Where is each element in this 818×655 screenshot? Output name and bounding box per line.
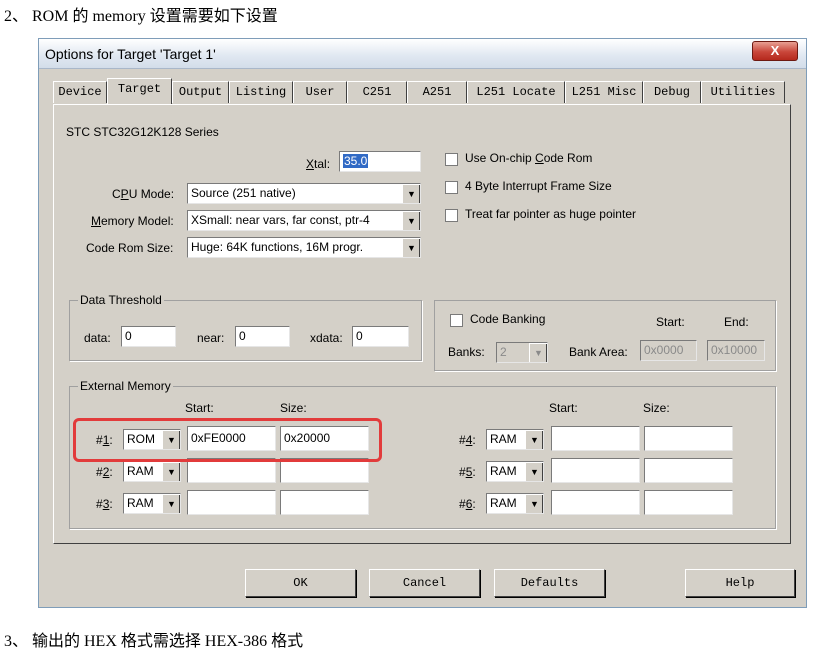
- chevron-down-icon: ▼: [525, 462, 543, 481]
- memory-model-label: Memory Model:: [91, 214, 174, 228]
- cpu-mode-select[interactable]: Source (251 native) ▼: [187, 183, 421, 204]
- far-pointer-checkbox[interactable]: [445, 209, 458, 222]
- data-threshold-group: Data Threshold data: 0 near: 0 xdata: 0: [69, 293, 422, 361]
- near-threshold-input[interactable]: 0: [235, 326, 290, 347]
- ext-row-5-size-input[interactable]: [644, 458, 733, 483]
- external-memory-legend: External Memory: [78, 379, 173, 393]
- code-banking-label: Code Banking: [470, 312, 546, 326]
- close-button[interactable]: X: [752, 41, 798, 61]
- bank-start-input[interactable]: 0x0000: [640, 340, 697, 361]
- code-rom-size-label: Code Rom Size:: [86, 241, 174, 255]
- ext-row-4-start-input[interactable]: [551, 426, 640, 451]
- doc-heading-hex-format: 3、 输出的 HEX 格式需选择 HEX-386 格式: [4, 633, 304, 650]
- cancel-button[interactable]: Cancel: [369, 569, 480, 597]
- memory-model-select[interactable]: XSmall: near vars, far const, ptr-4 ▼: [187, 210, 421, 231]
- ext-start-header-right: Start:: [549, 401, 578, 415]
- ext-row-4-size-input[interactable]: [644, 426, 733, 451]
- bank-start-label: Start:: [656, 315, 685, 329]
- dialog-titlebar[interactable]: Options for Target 'Target 1' X: [39, 39, 806, 69]
- ext-row-6-label: #6:: [459, 497, 476, 511]
- code-banking-group: Code Banking Start: End: Banks: 2 ▼ Bank …: [434, 300, 776, 371]
- chevron-down-icon: ▼: [525, 494, 543, 513]
- chevron-down-icon: ▼: [162, 462, 180, 481]
- use-onchip-code-rom-label: Use On-chip Code Rom: [465, 151, 593, 165]
- code-rom-size-select[interactable]: Huge: 64K functions, 16M progr. ▼: [187, 237, 421, 258]
- options-dialog: Options for Target 'Target 1' X Device T…: [38, 38, 807, 608]
- tab-target[interactable]: Target: [107, 78, 172, 104]
- ok-button[interactable]: OK: [245, 569, 356, 597]
- dialog-title: Options for Target 'Target 1': [45, 46, 216, 62]
- use-onchip-code-rom-checkbox[interactable]: [445, 153, 458, 166]
- ext-row-5-start-input[interactable]: [551, 458, 640, 483]
- bank-area-label: Bank Area:: [569, 345, 628, 359]
- ext-row-5-label: #5:: [459, 465, 476, 479]
- chevron-down-icon: ▼: [402, 184, 420, 203]
- tab-l251-locate[interactable]: L251 Locate: [467, 81, 565, 103]
- ext-row-6-type-select[interactable]: RAM ▼: [486, 493, 544, 514]
- interrupt-frame-label: 4 Byte Interrupt Frame Size: [465, 179, 612, 193]
- xtal-label: Xtal:: [306, 157, 331, 171]
- code-banking-checkbox[interactable]: [450, 314, 463, 327]
- ext-row-3-size-input[interactable]: [280, 490, 369, 515]
- rom-highlight-box: [73, 418, 382, 462]
- tab-user[interactable]: User: [293, 81, 347, 103]
- ext-row-6-size-input[interactable]: [644, 490, 733, 515]
- tab-listing[interactable]: Listing: [229, 81, 293, 103]
- chevron-down-icon: ▼: [162, 494, 180, 513]
- device-name-label: STC STC32G12K128 Series: [66, 125, 219, 139]
- interrupt-frame-checkbox[interactable]: [445, 181, 458, 194]
- ext-start-header-left: Start:: [185, 401, 214, 415]
- data-threshold-input[interactable]: 0: [121, 326, 176, 347]
- ext-size-header-left: Size:: [280, 401, 307, 415]
- bank-end-input[interactable]: 0x10000: [707, 340, 765, 361]
- ext-row-3-start-input[interactable]: [187, 490, 276, 515]
- xdata-label: xdata:: [310, 331, 343, 345]
- tab-device[interactable]: Device: [53, 81, 107, 103]
- tab-utilities[interactable]: Utilities: [701, 81, 785, 103]
- ext-row-2-type-select[interactable]: RAM ▼: [123, 461, 181, 482]
- chevron-down-icon: ▼: [529, 343, 547, 362]
- tab-debug[interactable]: Debug: [643, 81, 701, 103]
- ext-row-6-start-input[interactable]: [551, 490, 640, 515]
- chevron-down-icon: ▼: [525, 430, 543, 449]
- ext-row-3-label: #3:: [96, 497, 113, 511]
- tab-c251[interactable]: C251: [347, 81, 407, 103]
- ext-row-2-label: #2:: [96, 465, 113, 479]
- external-memory-group: External Memory Start: Size: Start: Size…: [69, 379, 776, 529]
- ext-row-4-label: #4:: [459, 433, 476, 447]
- near-label: near:: [197, 331, 225, 345]
- xdata-threshold-input[interactable]: 0: [352, 326, 409, 347]
- chevron-down-icon: ▼: [402, 211, 420, 230]
- data-label: data:: [84, 331, 111, 345]
- ext-row-5-type-select[interactable]: RAM ▼: [486, 461, 544, 482]
- defaults-button[interactable]: Defaults: [494, 569, 605, 597]
- tab-l251-misc[interactable]: L251 Misc: [565, 81, 643, 103]
- xtal-input[interactable]: 35.0: [339, 151, 421, 172]
- help-button[interactable]: Help: [685, 569, 795, 597]
- doc-heading-rom-setting: 2、 ROM 的 memory 设置需要如下设置: [4, 8, 278, 25]
- tab-output[interactable]: Output: [172, 81, 229, 103]
- target-panel: STC STC32G12K128 Series Xtal: 35.0 CPU M…: [53, 104, 791, 544]
- data-threshold-legend: Data Threshold: [78, 293, 164, 307]
- banks-label: Banks:: [448, 345, 485, 359]
- tab-a251[interactable]: A251: [407, 81, 467, 103]
- cpu-mode-label: CPU Mode:: [112, 187, 175, 201]
- chevron-down-icon: ▼: [402, 238, 420, 257]
- ext-size-header-right: Size:: [643, 401, 670, 415]
- bank-end-label: End:: [724, 315, 749, 329]
- banks-select[interactable]: 2 ▼: [496, 342, 548, 363]
- ext-row-4-type-select[interactable]: RAM ▼: [486, 429, 544, 450]
- ext-row-3-type-select[interactable]: RAM ▼: [123, 493, 181, 514]
- far-pointer-label: Treat far pointer as huge pointer: [465, 207, 636, 221]
